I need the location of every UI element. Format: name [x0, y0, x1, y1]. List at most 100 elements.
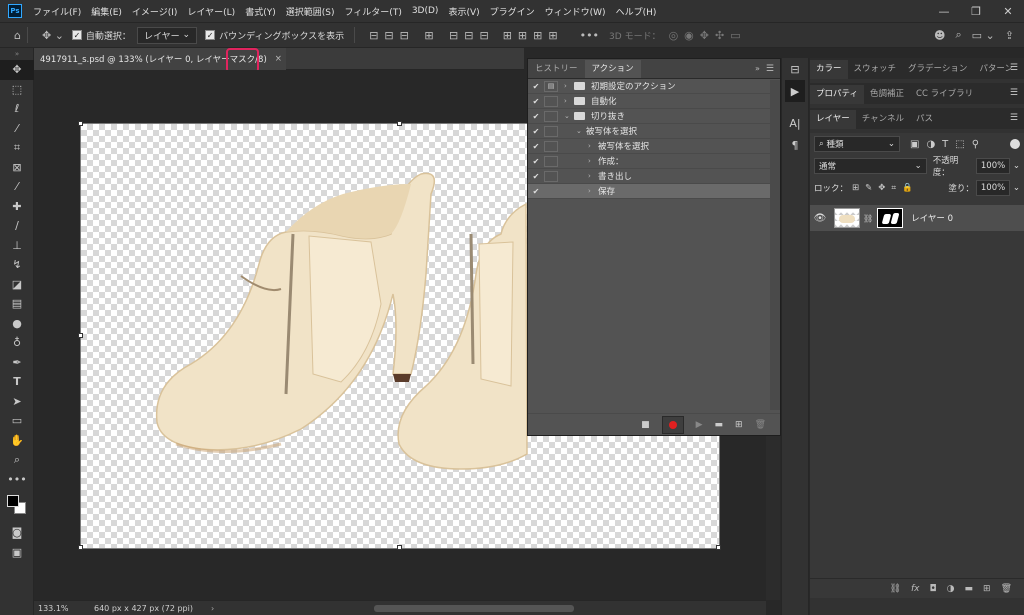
link-layers-icon[interactable]: ⛓	[890, 584, 901, 594]
more-options-icon[interactable]: •••	[580, 29, 599, 42]
menu-file[interactable]: ファイル(F)	[28, 5, 86, 18]
dialog-toggle-box[interactable]	[544, 185, 558, 197]
dialog-toggle-box[interactable]: ▤	[544, 80, 558, 92]
expand-triangle-icon[interactable]: ›	[588, 187, 598, 195]
delete-layer-icon[interactable]: 🗑	[1001, 584, 1012, 594]
healing-brush-tool-icon[interactable]: ✚	[0, 197, 34, 217]
new-layer-icon[interactable]: ⊞	[983, 584, 991, 594]
frame-tool-icon[interactable]: ⊠	[0, 158, 34, 178]
action-row[interactable]: ✔ › 被写体を選択	[528, 139, 780, 154]
type-tool-icon[interactable]: T	[0, 372, 34, 392]
fill-chevron-icon[interactable]: ⌄	[1013, 183, 1020, 193]
menu-image[interactable]: イメージ(I)	[127, 5, 183, 18]
panel-menu-icon[interactable]: ☰	[766, 60, 774, 78]
workspace-icon[interactable]: ▭ ⌄	[972, 29, 995, 42]
action-toggle-check-icon[interactable]: ✔	[528, 97, 544, 106]
dialog-toggle-box[interactable]	[544, 155, 558, 167]
action-row[interactable]: ✔ › 作成：	[528, 154, 780, 169]
marquee-tool-icon[interactable]: ⬚	[0, 80, 34, 100]
collapse-triangle-icon[interactable]: ⌄	[576, 127, 586, 135]
action-row[interactable]: ✔ › 保存	[528, 184, 780, 199]
lock-icons[interactable]: ⊞✎✥⌗🔒	[852, 183, 919, 193]
move-tool-icon[interactable]: ✥	[0, 60, 34, 80]
share-icon[interactable]: ⇪	[1005, 29, 1014, 42]
tab-swatches[interactable]: スウォッチ	[848, 60, 903, 79]
action-toggle-check-icon[interactable]: ✔	[528, 127, 544, 136]
dodge-tool-icon[interactable]: ♁	[0, 333, 34, 353]
panel-collapse-icon[interactable]: »	[755, 60, 760, 78]
dialog-toggle-box[interactable]	[544, 170, 558, 182]
menu-type[interactable]: 書式(Y)	[240, 5, 281, 18]
expand-triangle-icon[interactable]: ›	[588, 157, 598, 165]
zoom-level[interactable]: 133.1%	[38, 604, 88, 613]
gradient-tool-icon[interactable]: ▤	[0, 294, 34, 314]
layer-row[interactable]: 👁 ⛓ レイヤー 0	[810, 205, 1024, 231]
action-row[interactable]: ✔ ⌄ 切り抜き	[528, 109, 780, 124]
hand-tool-icon[interactable]: ✋	[0, 431, 34, 451]
filter-toggle-icon[interactable]	[1010, 139, 1020, 149]
blend-mode-dropdown[interactable]: 通常 ⌄	[814, 158, 927, 174]
action-toggle-check-icon[interactable]: ✔	[528, 187, 544, 196]
lasso-tool-icon[interactable]: ℓ	[0, 99, 34, 119]
opacity-field[interactable]: 100%	[975, 158, 1010, 174]
properties-panel-menu-icon[interactable]: ☰	[1010, 88, 1018, 98]
action-row[interactable]: ✔ › 自動化	[528, 94, 780, 109]
restore-icon[interactable]: ❐	[960, 0, 992, 22]
layer-filter-icons[interactable]: ▣◑T⬚⚲	[910, 139, 986, 150]
tab-cc-libraries[interactable]: CC ライブラリ	[910, 85, 979, 104]
character-panel-icon[interactable]: A|	[782, 112, 808, 134]
actions-panel-icon[interactable]: ▶	[785, 80, 805, 102]
horizontal-scrollbar[interactable]	[374, 604, 575, 612]
search-icon[interactable]: ⌕	[956, 28, 962, 42]
status-chevron-icon[interactable]: ›	[211, 604, 214, 613]
collapse-triangle-icon[interactable]: ⌄	[564, 112, 574, 120]
history-panel-icon[interactable]: ⊟	[782, 58, 808, 80]
tab-layers[interactable]: レイヤー	[810, 110, 856, 129]
tab-history[interactable]: ヒストリー	[528, 60, 585, 78]
action-toggle-check-icon[interactable]: ✔	[528, 142, 544, 151]
action-toggle-check-icon[interactable]: ✔	[528, 172, 544, 181]
rectangle-tool-icon[interactable]: ▭	[0, 411, 34, 431]
brush-tool-icon[interactable]: ∕	[0, 216, 34, 236]
auto-select-checkbox[interactable]: ✓	[71, 30, 82, 40]
user-icon[interactable]: ☻	[934, 29, 945, 42]
new-set-icon[interactable]: ▬	[715, 420, 724, 430]
menu-window[interactable]: ウィンドウ(W)	[540, 5, 611, 18]
tab-actions[interactable]: アクション	[584, 60, 641, 78]
move-tool-preset-icon[interactable]: ✥ ⌄	[42, 29, 64, 42]
menu-3d[interactable]: 3D(D)	[407, 6, 444, 16]
close-window-icon[interactable]: ✕	[992, 0, 1024, 22]
tab-channels[interactable]: チャンネル	[856, 110, 910, 129]
history-brush-tool-icon[interactable]: ↯	[0, 255, 34, 275]
menu-select[interactable]: 選択範囲(S)	[281, 5, 340, 18]
blur-tool-icon[interactable]: ●	[0, 314, 34, 334]
mask-link-icon[interactable]: ⛓	[863, 214, 873, 223]
layer-thumbnail[interactable]	[834, 208, 860, 228]
tab-adjustments[interactable]: 色調補正	[864, 85, 910, 104]
align-icons[interactable]: ⊟⊟⊟ ⊞ ⊟⊟⊟	[369, 29, 495, 42]
expand-triangle-icon[interactable]: ›	[564, 97, 574, 105]
layer-mask-thumbnail[interactable]	[877, 208, 904, 228]
add-mask-icon[interactable]: ◘	[930, 584, 937, 594]
menu-plugins[interactable]: プラグイン	[485, 5, 540, 18]
menu-edit[interactable]: 編集(E)	[86, 5, 127, 18]
transform-handle-br[interactable]	[716, 545, 721, 550]
bounding-box-option[interactable]: ✓ バウンディングボックスを表示	[205, 29, 344, 42]
tab-paths[interactable]: パス	[910, 110, 939, 129]
action-toggle-check-icon[interactable]: ✔	[528, 82, 544, 91]
color-panel-menu-icon[interactable]: ☰	[1010, 63, 1018, 73]
menu-layer[interactable]: レイヤー(L)	[182, 5, 240, 18]
magic-wand-tool-icon[interactable]: ⁄	[0, 119, 34, 139]
action-toggle-check-icon[interactable]: ✔	[528, 112, 544, 121]
edit-toolbar-icon[interactable]: •••	[0, 470, 34, 490]
delete-icon[interactable]: 🗑	[755, 420, 766, 430]
adjustment-layer-icon[interactable]: ◑	[947, 584, 955, 594]
action-row[interactable]: ✔ › 書き出し	[528, 169, 780, 184]
transform-handle-left[interactable]	[78, 333, 83, 338]
screen-mode-icon[interactable]: ▣	[0, 543, 34, 563]
eraser-tool-icon[interactable]: ◪	[0, 275, 34, 295]
layer-filter-dropdown[interactable]: ⌕ 種類 ⌄	[814, 136, 900, 152]
dialog-toggle-box[interactable]	[544, 95, 558, 107]
auto-select-option[interactable]: ✓ 自動選択：	[71, 29, 131, 42]
new-group-icon[interactable]: ▬	[965, 584, 974, 594]
